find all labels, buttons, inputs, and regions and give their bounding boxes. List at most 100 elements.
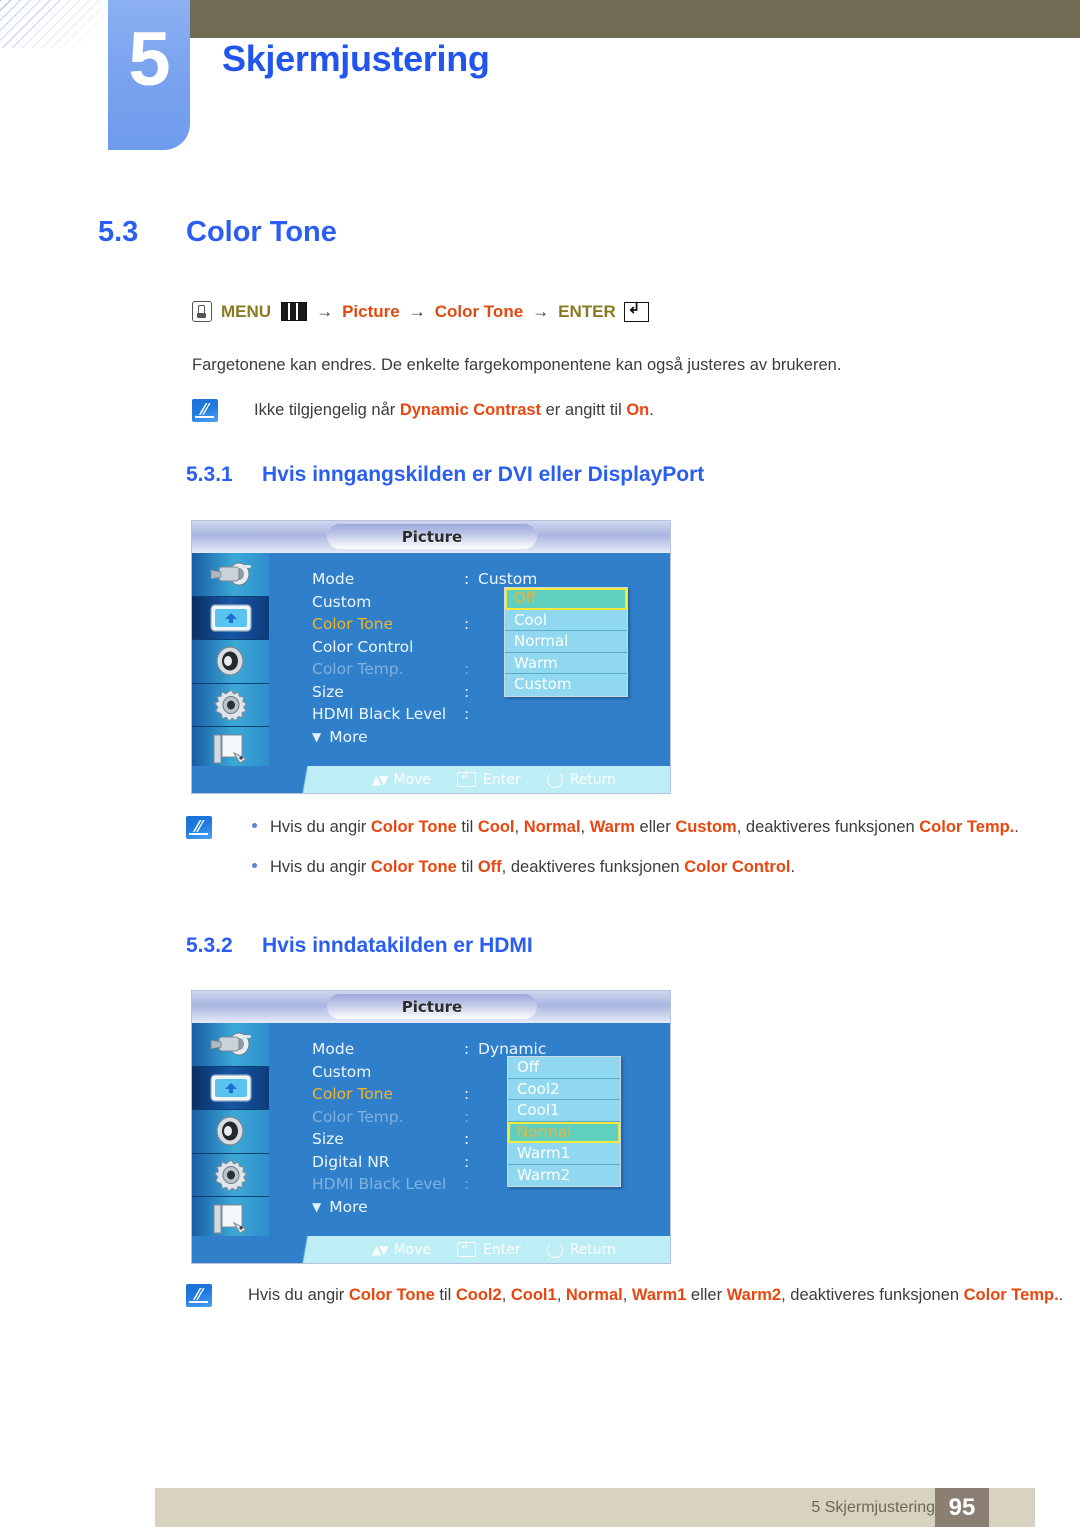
osd-dropdown-1[interactable]: Off Cool Normal Warm Custom [504, 587, 628, 697]
osd-row[interactable]: HDMI Black Level: [312, 703, 537, 726]
osd-row-colon: : [464, 1107, 470, 1126]
osd-dropdown-item[interactable]: Warm1 [508, 1143, 620, 1165]
sound-icon [215, 1116, 244, 1147]
osd-footer-move[interactable]: ▲▼ Move [372, 772, 431, 788]
osd-dropdown-item[interactable]: Warm [505, 652, 627, 674]
osd-footer-enter-label: Enter [483, 771, 521, 788]
intro-paragraph: Fargetonene kan endres. De enkelte farge… [192, 356, 842, 374]
osd-sidebar-multi-control-icon[interactable] [192, 727, 269, 771]
bullet-0-part-3: Cool [477, 818, 515, 836]
section-heading: 5.3 Color Tone [98, 216, 337, 249]
subsection-heading-1: 5.3.1 Hvis inngangskilden er DVI eller D… [186, 463, 704, 487]
note3-part-1: Color Tone [348, 1286, 435, 1304]
osd-row-label: Size [312, 682, 344, 701]
osd-sidebar-setup-gear-icon[interactable] [192, 683, 269, 728]
page-footer: 5 Skjermjustering 95 [155, 1488, 1035, 1527]
note3-part-14: . [1058, 1286, 1064, 1304]
osd-dropdown-item[interactable]: Cool1 [508, 1100, 620, 1122]
osd-footer-move-label: Move [393, 1241, 432, 1258]
osd-footer-enter[interactable]: Enter [457, 1239, 521, 1258]
bullet-1-part-1: Color Tone [370, 858, 457, 877]
note3-part-12: , deaktiveres funksjonen [781, 1286, 964, 1304]
note3-part-10: eller [686, 1286, 727, 1304]
bullet-1-part-0: Hvis du angir [270, 858, 371, 877]
osd-footer-wedge [192, 766, 372, 793]
bullet-0-part-11: Color Temp. [919, 818, 1015, 836]
note-hdmi-text: Hvis du angir Color Tone til Cool2, Cool… [248, 1286, 1063, 1304]
note-dynamic-contrast: Ikke tilgjengelig når Dynamic Contrast e… [192, 397, 1052, 423]
osd-row-label: Color Control [312, 637, 414, 656]
osd-row-label: Custom [312, 1062, 372, 1081]
osd-dropdown-item[interactable]: Cool2 [508, 1078, 620, 1100]
section-number: 5.3 [98, 216, 139, 248]
note3-part-0: Hvis du angir [248, 1286, 349, 1304]
bullet-1-part-3: Off [477, 858, 502, 877]
chapter-number-tab: 5 [108, 0, 190, 150]
osd-footer-2: ▲▼ Move Enter Return [192, 1236, 670, 1263]
bullet-1-part-4: , deaktiveres funksjonen [501, 858, 685, 877]
osd-row-colon: : [464, 615, 470, 633]
osd-title: Picture [327, 994, 537, 1019]
osd-row-colon [464, 1061, 478, 1084]
osd-row-colon: : [464, 1152, 470, 1171]
osd-dropdown-item[interactable]: Off [505, 588, 627, 610]
osd-footer-return[interactable]: Return [546, 771, 617, 788]
note3-part-11: Warm2 [726, 1286, 782, 1304]
chapter-title: Skjermjustering [222, 38, 490, 79]
osd-sidebar-setup-gear-icon[interactable] [192, 1153, 269, 1198]
osd-sidebar-sound-icon[interactable] [192, 640, 269, 684]
subsection-title-2: Hvis inndatakilden er HDMI [262, 934, 533, 957]
enter-key-icon [457, 1239, 477, 1257]
osd-more-row[interactable]: ▼ More [312, 728, 537, 746]
osd-content-2: Mode: Dynamic Custom Color Tone: Color Temp.… [269, 1023, 670, 1236]
subsection-title-1: Hvis inngangskilden er DVI eller Display… [262, 463, 705, 486]
note-icon [186, 1284, 212, 1307]
osd-footer-return-label: Return [569, 771, 617, 788]
osd-content-1: Mode: Custom Custom Color Tone: Color Contro… [269, 553, 670, 766]
chapter-number: 5 [128, 17, 170, 102]
note-icon [192, 399, 218, 422]
section-title: Color Tone [186, 216, 337, 248]
osd-dropdown-2[interactable]: Off Cool2 Cool1 Normal Warm1 Warm2 [507, 1056, 621, 1187]
sound-icon [215, 646, 244, 677]
osd-row-colon: : [464, 682, 470, 701]
osd-sidebar-multi-control-icon[interactable] [192, 1197, 269, 1241]
bullet-0-part-12: . [1014, 818, 1019, 836]
bullet-1-part-5: Color Control [684, 858, 791, 877]
osd-sidebar-input-source-icon[interactable] [192, 1023, 269, 1067]
note3-part-3: Cool2 [455, 1286, 502, 1304]
osd-row-label: Custom [312, 592, 372, 611]
osd-footer-enter-label: Enter [483, 1241, 521, 1258]
subsection-number-1: 5.3.1 [186, 463, 233, 486]
osd-dropdown-item[interactable]: Warm2 [508, 1164, 620, 1186]
page-number: 95 [935, 1488, 989, 1527]
osd-dropdown-item[interactable]: Custom [505, 674, 627, 696]
picture-icon [209, 1074, 252, 1102]
osd-sidebar-picture-icon[interactable] [192, 596, 269, 641]
osd-screenshot-dvi: Picture Mode: Custom Custom Color Tone … [192, 521, 670, 793]
osd-dropdown-item[interactable]: Normal [508, 1121, 620, 1143]
osd-dropdown-item[interactable]: Cool [505, 609, 627, 631]
note3-part-5: Cool1 [510, 1286, 557, 1304]
osd-more-row[interactable]: ▼ More [312, 1198, 546, 1216]
osd-title: Picture [327, 524, 537, 549]
osd-sidebar-picture-icon[interactable] [192, 1066, 269, 1111]
note-highlight-on: On [626, 401, 650, 419]
bullet-0-part-2: til [456, 818, 478, 836]
osd-footer-return[interactable]: Return [546, 1241, 616, 1258]
up-down-arrow-icon: ▲▼ [372, 1242, 389, 1257]
osd-main-area: Mode: Dynamic Custom Color Tone: Color Temp.… [192, 1023, 670, 1241]
input-source-icon [210, 1032, 251, 1056]
setup-gear-icon [213, 1159, 247, 1192]
osd-sidebar-input-source-icon[interactable] [192, 553, 269, 597]
osd-title-bar: Picture [192, 991, 670, 1023]
note-middle: er angitt til [541, 401, 627, 419]
osd-dropdown-item[interactable]: Off [508, 1057, 620, 1079]
osd-sidebar-sound-icon[interactable] [192, 1110, 269, 1154]
multi-control-icon [213, 1204, 247, 1234]
osd-footer-enter[interactable]: Enter [457, 769, 521, 788]
osd-footer-move[interactable]: ▲▼ Move [372, 1242, 431, 1258]
breadcrumb-arrow-1: → [316, 301, 334, 321]
osd-dropdown-item[interactable]: Normal [505, 631, 627, 653]
osd-row-label: HDMI Black Level [312, 705, 447, 723]
